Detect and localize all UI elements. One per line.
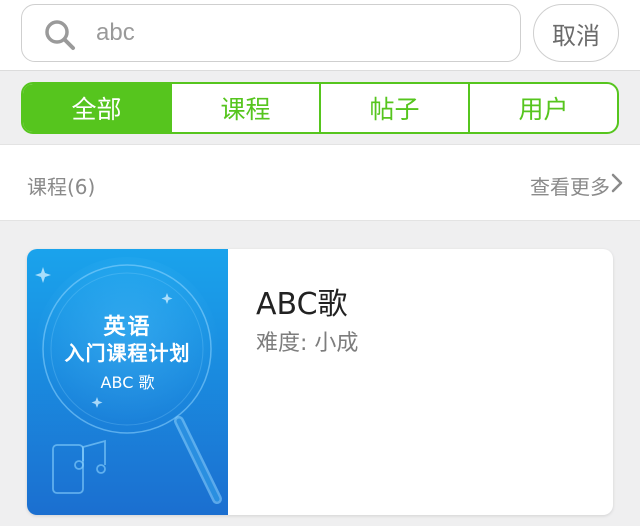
- search-query-text: abc: [96, 19, 135, 46]
- course-difficulty: 难度: 小成: [256, 331, 359, 356]
- section-title: 课程(6): [27, 175, 96, 199]
- course-cover-image: 英语 入门课程计划 ABC 歌: [27, 249, 228, 515]
- course-card[interactable]: 英语 入门课程计划 ABC 歌 ABC歌 难度: 小成: [27, 249, 613, 515]
- top-bar: abc 取消: [0, 0, 640, 71]
- view-more-link[interactable]: 查看更多: [530, 171, 610, 200]
- cover-subtitle: ABC 歌: [100, 373, 155, 392]
- chevron-right-icon[interactable]: [610, 173, 624, 193]
- search-input[interactable]: abc: [21, 4, 521, 62]
- tab-bar: 全部 课程 帖子 用户: [21, 82, 619, 134]
- search-icon: [45, 20, 75, 50]
- tab-all[interactable]: 全部: [23, 84, 170, 132]
- cancel-button[interactable]: 取消: [533, 4, 619, 62]
- tab-users[interactable]: 用户: [468, 84, 617, 132]
- courses-section-header: 课程(6) 查看更多: [0, 144, 640, 221]
- course-name: ABC歌: [256, 287, 348, 322]
- cover-title-line2: 入门课程计划: [64, 341, 191, 365]
- tab-posts[interactable]: 帖子: [319, 84, 468, 132]
- tab-courses[interactable]: 课程: [170, 84, 319, 132]
